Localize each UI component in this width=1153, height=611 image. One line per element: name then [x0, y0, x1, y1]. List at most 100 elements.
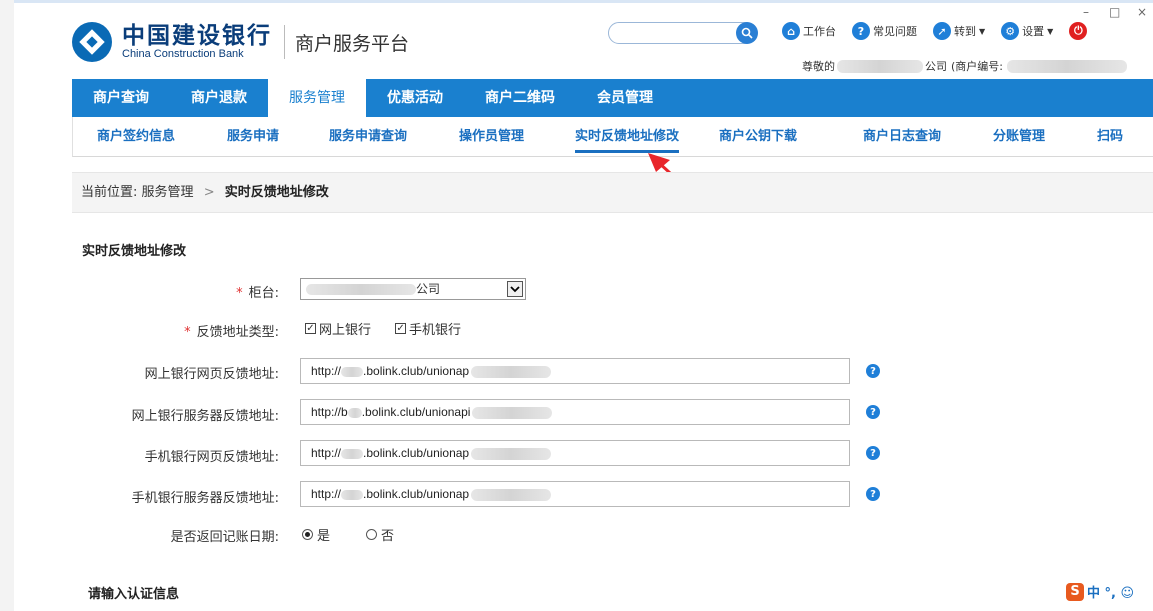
mobile-banking-label: 手机银行: [409, 323, 462, 338]
redacted-path: [471, 365, 552, 378]
chevron-down-icon: ▼: [979, 26, 986, 36]
close-button[interactable]: ×: [1137, 6, 1147, 18]
nav-merchant-query[interactable]: 商户查询: [72, 79, 170, 117]
redacted-path: [471, 447, 552, 460]
gear-icon: ⚙: [1001, 22, 1020, 40]
required-mark: *: [184, 325, 191, 340]
mobile-web-feedback-input[interactable]: http:// .bolink.club/unionap: [300, 440, 850, 466]
mobile-server-feedback-input[interactable]: http:// .bolink.club/unionap: [300, 481, 850, 507]
help-icon[interactable]: ?: [866, 364, 880, 378]
ccb-logo-icon: [72, 22, 112, 62]
tab-operator-management[interactable]: 操作员管理: [459, 117, 524, 157]
checkbox-checked-icon[interactable]: ✓: [395, 323, 407, 334]
online-server-feedback-input[interactable]: http://b .bolink.club/unionapi: [300, 399, 850, 425]
faq-link[interactable]: ? 常见问题: [852, 22, 917, 40]
help-icon[interactable]: ?: [866, 487, 880, 501]
chevron-down-icon: ▼: [1047, 26, 1054, 36]
radio-yes-label: 是: [317, 529, 331, 544]
tab-merchant-public-key-download[interactable]: 商户公钥下载: [719, 117, 797, 157]
home-icon: ⌂: [782, 22, 800, 40]
checkbox-mobile-banking[interactable]: ✓ 手机银行: [395, 319, 461, 338]
nav-promotions[interactable]: 优惠活动: [366, 79, 464, 117]
url-domain: .bolink.club/unionap: [363, 446, 470, 460]
redacted-path: [471, 488, 552, 501]
logo-text: 中国建设银行 China Construction Bank: [122, 24, 272, 61]
platform-title: 商户服务平台: [295, 32, 410, 55]
bank-name-en: China Construction Bank: [122, 47, 244, 60]
form-title: 实时反馈地址修改: [82, 244, 187, 259]
help-icon[interactable]: ?: [866, 405, 880, 419]
tab-scan-code[interactable]: 扫码: [1097, 117, 1123, 157]
ime-toolbar[interactable]: S 中 °, ☺: [1066, 582, 1134, 601]
radio-yes[interactable]: 是: [302, 525, 330, 544]
url-domain: .bolink.club/unionap: [363, 364, 470, 378]
tab-service-application-query[interactable]: 服务申请查询: [329, 117, 407, 157]
secondary-nav: 商户签约信息 服务申请 服务申请查询 操作员管理 实时反馈地址修改 商户公钥下载…: [72, 117, 1153, 157]
checkbox-checked-icon[interactable]: ✓: [305, 323, 316, 334]
tab-split-account-management[interactable]: 分账管理: [993, 117, 1045, 157]
help-icon[interactable]: ?: [866, 446, 880, 460]
settings-label: 设置: [1022, 25, 1045, 38]
top-links: ⌂ 工作台 ? 常见问题 ➚ 转到 ▼ ⚙ 设置 ▼ ⏻: [782, 22, 1088, 40]
bank-name-cn: 中国建设银行: [122, 22, 272, 49]
feedback-type-group: ✓ 网上银行 ✓ 手机银行: [305, 319, 461, 338]
radio-no[interactable]: 否: [366, 525, 394, 544]
radio-unselected-icon[interactable]: [366, 529, 378, 540]
required-mark: *: [236, 286, 243, 301]
workbench-link[interactable]: ⌂ 工作台: [782, 22, 836, 40]
tab-merchant-contract-info[interactable]: 商户签约信息: [97, 117, 175, 157]
url-prefix: http://: [311, 364, 342, 378]
checkbox-online-banking[interactable]: ✓ 网上银行: [305, 319, 371, 338]
logout-power-icon[interactable]: ⏻: [1069, 22, 1088, 40]
window-controls: – □ ×: [1081, 6, 1147, 18]
tab-merchant-log-query[interactable]: 商户日志查询: [863, 117, 941, 157]
settings-menu[interactable]: ⚙ 设置 ▼: [1001, 22, 1053, 40]
redacted-counter-name: [306, 284, 416, 295]
sogou-ime-icon: S: [1066, 582, 1084, 601]
url-domain: .bolink.club/unionap: [363, 487, 470, 501]
maximize-button[interactable]: □: [1109, 6, 1120, 18]
welcome-company-suffix: 公司: [925, 60, 947, 73]
breadcrumb-prefix: 当前位置:: [81, 185, 138, 200]
search-icon: [741, 27, 753, 39]
breadcrumb-parent[interactable]: 服务管理: [142, 185, 194, 200]
url-prefix: http://: [311, 446, 342, 460]
url-prefix: http://b: [311, 405, 348, 419]
breadcrumb-separator: >: [203, 185, 215, 200]
feedback-type-label: * 反馈地址类型:: [184, 321, 279, 340]
welcome-text: 尊敬的 公司 (商户编号:: [802, 58, 1127, 74]
search-button[interactable]: [736, 22, 758, 44]
nav-merchant-refund[interactable]: 商户退款: [170, 79, 268, 117]
nav-merchant-qrcode[interactable]: 商户二维码: [464, 79, 576, 117]
auth-section-title: 请输入认证信息: [88, 587, 180, 602]
question-icon: ?: [852, 22, 870, 40]
tab-service-application[interactable]: 服务申请: [227, 117, 279, 157]
counter-select[interactable]: 公司: [300, 278, 526, 300]
mobile-server-feedback-label: 手机银行服务器反馈地址:: [131, 491, 279, 506]
left-gutter: [0, 0, 14, 611]
online-banking-label: 网上银行: [319, 323, 372, 338]
nav-service-management[interactable]: 服务管理: [268, 79, 366, 117]
primary-nav: 商户查询 商户退款 服务管理 优惠活动 商户二维码 会员管理: [72, 79, 1153, 117]
return-date-label: 是否返回记账日期:: [170, 530, 279, 545]
logo-divider: [284, 25, 285, 59]
bank-logo[interactable]: 中国建设银行 China Construction Bank 商户服务平台: [72, 22, 409, 62]
search-input[interactable]: [608, 22, 756, 44]
nav-member-management[interactable]: 会员管理: [576, 79, 674, 117]
breadcrumb-current: 实时反馈地址修改: [224, 185, 329, 200]
radio-selected-icon[interactable]: [302, 529, 313, 540]
redacted-path: [472, 406, 553, 419]
welcome-prefix: 尊敬的: [802, 60, 835, 73]
url-prefix: http://: [311, 487, 342, 501]
minimize-button[interactable]: –: [1081, 6, 1091, 18]
window-top-border: [0, 0, 1153, 3]
counter-value-suffix: 公司: [416, 282, 441, 296]
merchant-platform-page: – □ × 中国建设银行 China Construction Bank 商户服…: [0, 0, 1153, 611]
redacted-subdomain: [341, 489, 364, 500]
online-web-feedback-input[interactable]: http:// .bolink.club/unionap: [300, 358, 850, 384]
header: 中国建设银行 China Construction Bank 商户服务平台 ⌂ …: [72, 16, 1153, 78]
breadcrumb: 当前位置: 服务管理 > 实时反馈地址修改: [72, 172, 1153, 213]
chevron-down-icon[interactable]: [507, 281, 523, 297]
goto-menu[interactable]: ➚ 转到 ▼: [933, 22, 985, 40]
ime-status: 中 °, ☺: [1087, 586, 1135, 601]
